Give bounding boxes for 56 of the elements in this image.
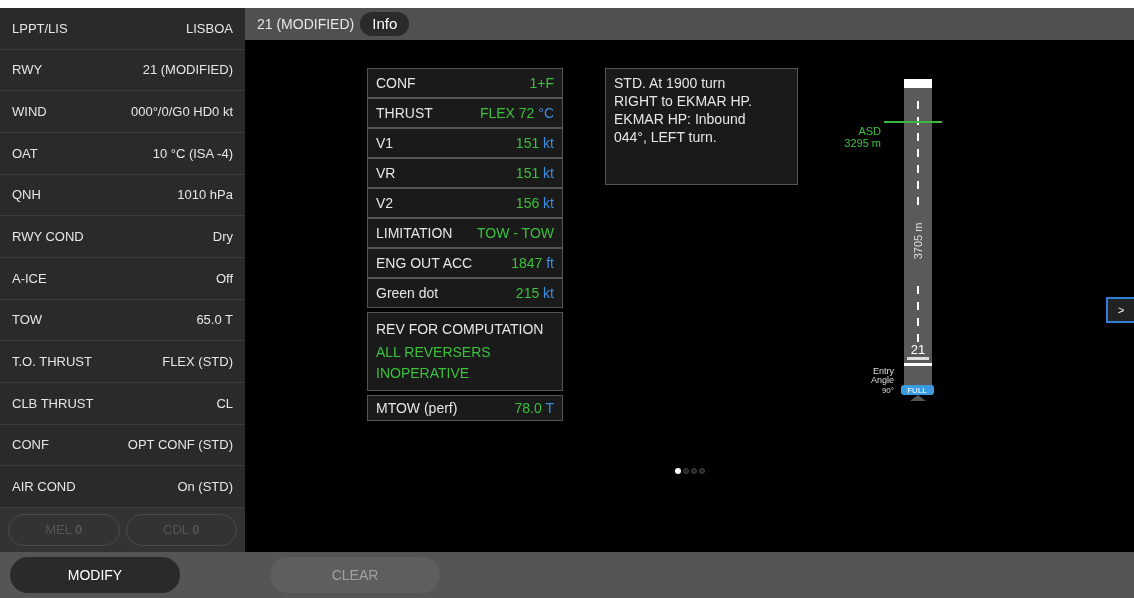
full-badge: FULL: [901, 385, 934, 395]
result-label: ENG OUT ACC: [376, 253, 473, 273]
parameter-value: LISBOA: [186, 19, 233, 38]
parameter-label: LPPT/LIS: [12, 19, 68, 38]
next-button[interactable]: >: [1106, 297, 1134, 323]
value-text: FLEX 72 °C: [479, 103, 554, 123]
parameter-label: A-ICE: [12, 269, 47, 288]
parameter-value: Dry: [212, 227, 233, 246]
value-text: 151 kt: [515, 133, 554, 153]
value-text: 151 kt: [515, 163, 554, 183]
entry-angle-value: 90°: [881, 386, 894, 395]
value-text: 215 kt: [515, 283, 554, 303]
runway-title: 21 (MODIFIED): [257, 14, 355, 34]
parameter-label: RWY COND: [12, 227, 84, 246]
asd-distance: 3295 m: [844, 137, 881, 149]
parameter-value: 10 °C (ISA -4): [152, 144, 233, 163]
parameter-label: RWY: [12, 61, 43, 80]
result-label: Green dot: [376, 283, 439, 303]
parameter-label: AIR COND: [12, 477, 76, 496]
reversers-label: REV FOR COMPUTATION: [376, 320, 545, 339]
parameter-value: Off: [215, 269, 233, 288]
runway-length: 3705 m: [912, 222, 924, 260]
parameter-label: OAT: [12, 144, 38, 163]
asd-label: ASD: [858, 125, 881, 137]
parameter-value: 1010 hPa: [177, 186, 233, 205]
value-text: 78.0 T: [514, 398, 554, 418]
parameter-value: 000°/0/G0 HD0 kt: [130, 102, 233, 121]
parameter-label: QNH: [12, 186, 41, 205]
parameter-label: CONF: [12, 436, 49, 455]
value-text: TOW - TOW: [477, 223, 554, 243]
result-label: MTOW (perf): [376, 398, 458, 418]
result-label: VR: [376, 163, 396, 183]
parameter-value: FLEX (STD): [162, 352, 233, 371]
reversers-value: ALL REVERSERS INOPERATIVE: [376, 343, 492, 383]
value-text: 1847 ft: [511, 253, 554, 273]
result-label: LIMITATION: [376, 223, 453, 243]
parameter-label: CLB THRUST: [12, 394, 94, 413]
info-tab[interactable]: Info: [360, 12, 410, 36]
parameter-value: 21 (MODIFIED): [142, 61, 233, 80]
runway-number: 21: [910, 342, 926, 357]
entry-angle-label: Entry Angle: [870, 366, 894, 385]
result-label: V2: [376, 193, 394, 213]
result-label: CONF: [376, 73, 416, 93]
value-text: 1+F: [529, 73, 554, 93]
parameter-value: 65.0 T: [196, 311, 233, 330]
result-label: V1: [376, 133, 394, 153]
parameter-value: OPT CONF (STD): [127, 436, 233, 455]
value-text: 156 kt: [515, 193, 554, 213]
parameter-label: TOW: [12, 311, 43, 330]
parameter-label: T.O. THRUST: [12, 352, 92, 371]
parameter-label: WIND: [12, 102, 47, 121]
result-label: THRUST: [376, 103, 433, 123]
parameter-value: On (STD): [177, 477, 233, 496]
footer-button[interactable]: MODIFY: [10, 557, 180, 593]
parameter-value: CL: [216, 394, 233, 413]
procedure-note: STD. At 1900 turn RIGHT to EKMAR HP. EKMAR HP: Inbound 044°, LEFT turn.: [605, 68, 798, 185]
